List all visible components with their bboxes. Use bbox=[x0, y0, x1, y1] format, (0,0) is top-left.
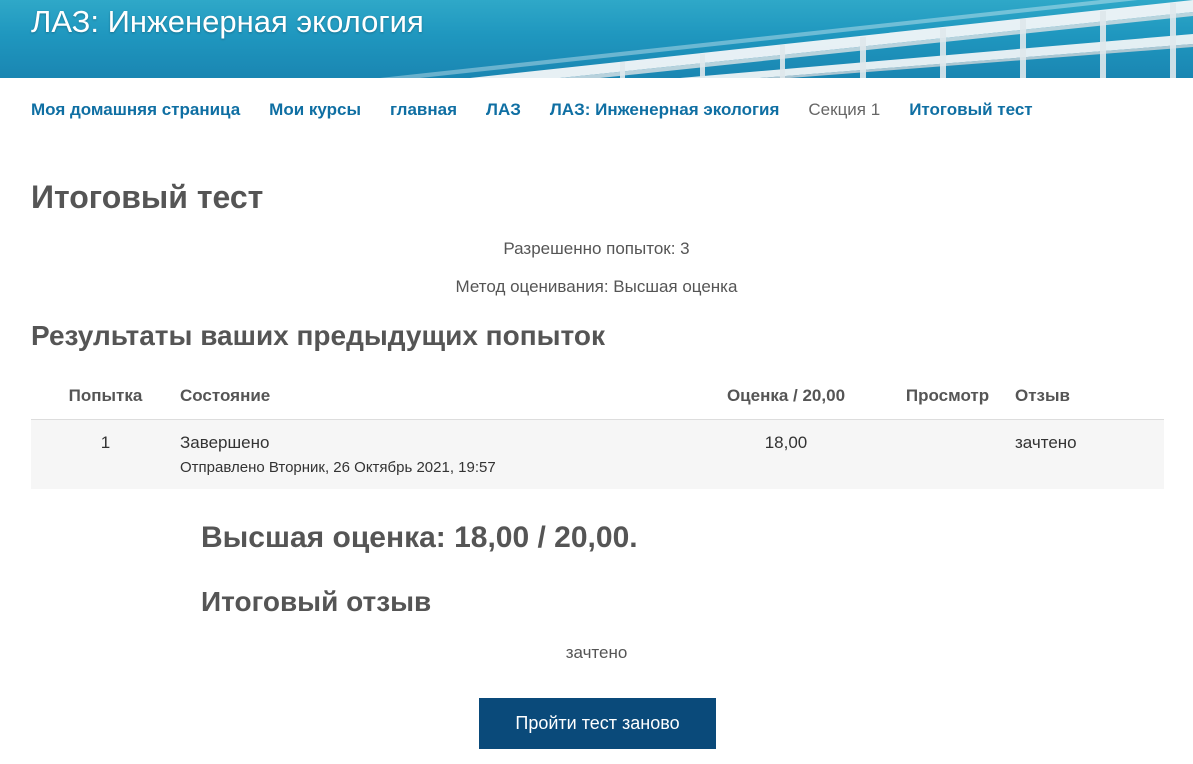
breadcrumb-laz[interactable]: ЛАЗ bbox=[486, 100, 521, 120]
breadcrumb-section: Секция 1 bbox=[808, 100, 881, 119]
breadcrumb-home[interactable]: Моя домашняя страница bbox=[31, 100, 240, 120]
cell-grade: 18,00 bbox=[692, 419, 880, 489]
retake-quiz-button[interactable]: Пройти тест заново bbox=[479, 698, 716, 749]
best-grade: Высшая оценка: 18,00 / 20,00. bbox=[201, 521, 638, 554]
table-header-row: Попытка Состояние Оценка / 20,00 Просмот… bbox=[31, 373, 1164, 420]
breadcrumb: Моя домашняя страница Мои курсы главная … bbox=[31, 98, 1062, 122]
header-review: Просмотр bbox=[880, 373, 1015, 420]
breadcrumb-main[interactable]: главная bbox=[390, 100, 457, 120]
attempts-table: Попытка Состояние Оценка / 20,00 Просмот… bbox=[31, 373, 1164, 489]
site-title: ЛАЗ: Инженерная экология bbox=[31, 4, 424, 39]
submitted-date: Отправлено Вторник, 26 Октябрь 2021, 19:… bbox=[180, 458, 496, 476]
breadcrumb-my-courses[interactable]: Мои курсы bbox=[269, 100, 361, 120]
breadcrumb-quiz[interactable]: Итоговый тест bbox=[909, 100, 1032, 120]
table-row: 1 Завершено Отправлено Вторник, 26 Октяб… bbox=[31, 419, 1164, 489]
overall-feedback-title: Итоговый отзыв bbox=[201, 586, 432, 617]
grading-method: Метод оценивания: Высшая оценка bbox=[455, 277, 738, 296]
cell-state: Завершено Отправлено Вторник, 26 Октябрь… bbox=[180, 419, 692, 489]
header-attempt: Попытка bbox=[31, 373, 180, 420]
attempts-allowed: Разрешенно попыток: 3 bbox=[503, 239, 690, 258]
page-title: Итоговый тест bbox=[31, 179, 264, 215]
header-grade: Оценка / 20,00 bbox=[692, 373, 880, 420]
cell-feedback: зачтено bbox=[1015, 419, 1164, 489]
breadcrumb-course[interactable]: ЛАЗ: Инженерная экология bbox=[550, 100, 780, 120]
cell-attempt: 1 bbox=[31, 419, 180, 489]
header-feedback: Отзыв bbox=[1015, 373, 1164, 420]
cell-review bbox=[880, 419, 1015, 489]
overall-feedback-text: зачтено bbox=[565, 643, 628, 662]
state-text: Завершено bbox=[180, 432, 270, 452]
results-title: Результаты ваших предыдущих попыток bbox=[31, 320, 605, 351]
header-banner: ЛАЗ: Инженерная экология bbox=[0, 0, 1193, 78]
header-state: Состояние bbox=[180, 373, 692, 420]
